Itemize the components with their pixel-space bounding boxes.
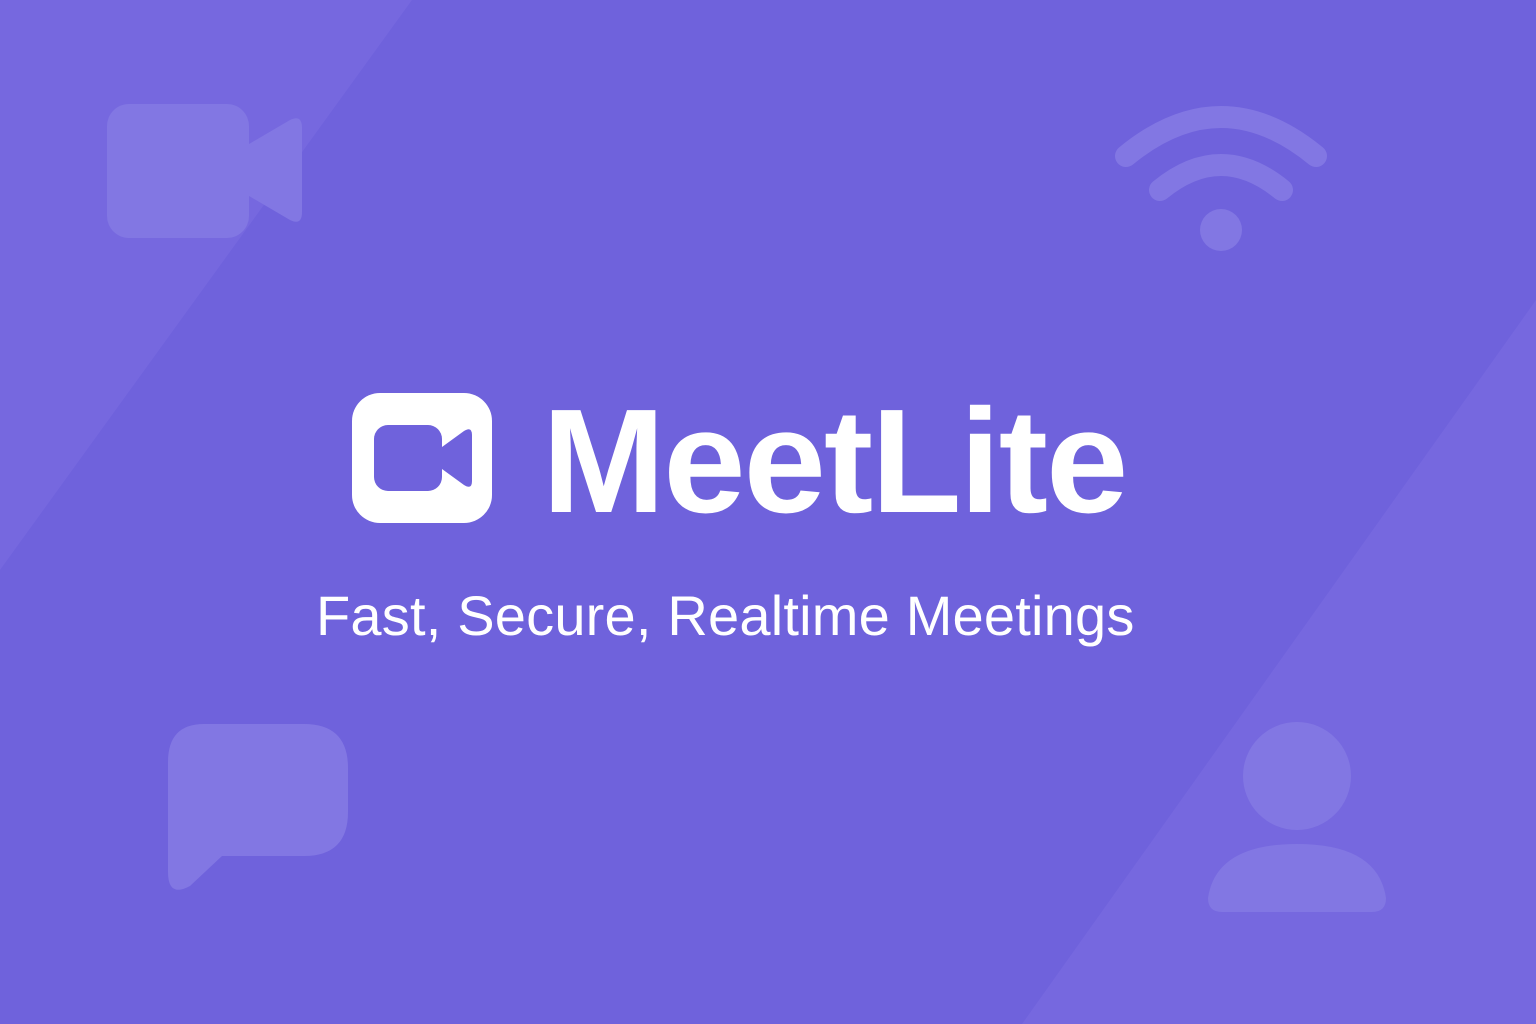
- wifi-icon: [1115, 106, 1327, 251]
- splash-screen: MeetLite Fast, Secure, Realtime Meetings: [0, 0, 1536, 1024]
- video-camera-icon: [352, 393, 492, 523]
- user-icon: [1208, 722, 1386, 912]
- app-name: MeetLite: [542, 379, 1128, 544]
- brand-lockup: MeetLite: [352, 388, 1128, 536]
- video-camera-icon: [107, 104, 302, 238]
- tagline: Fast, Secure, Realtime Meetings: [316, 584, 1135, 647]
- chat-bubble-icon: [168, 724, 348, 890]
